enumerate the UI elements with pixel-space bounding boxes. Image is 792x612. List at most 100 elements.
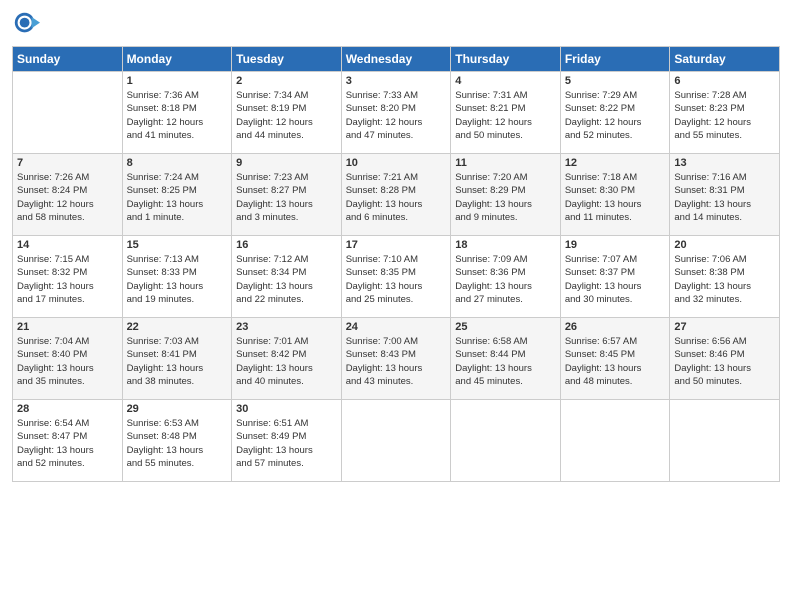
calendar-cell: 21 Sunrise: 7:04 AM Sunset: 8:40 PM Dayli…: [13, 318, 123, 400]
day-info: Sunrise: 7:20 AM Sunset: 8:29 PM Dayligh…: [455, 171, 556, 224]
day-number: 10: [346, 157, 447, 169]
day-info: Sunrise: 7:29 AM Sunset: 8:22 PM Dayligh…: [565, 89, 666, 142]
day-info: Sunrise: 7:10 AM Sunset: 8:35 PM Dayligh…: [346, 253, 447, 306]
calendar-day-header: Thursday: [451, 47, 561, 72]
calendar-cell: 3Sunrise: 7:33 AM Sunset: 8:20 PM Daylig…: [341, 72, 451, 154]
calendar-day-header: Wednesday: [341, 47, 451, 72]
day-number: 23: [236, 321, 337, 333]
calendar-cell: 4 Sunrise: 7:31 AM Sunset: 8:21 PM Daylig…: [451, 72, 561, 154]
day-number: 4: [455, 75, 556, 87]
day-number: 14: [17, 239, 118, 251]
calendar-day-header: Friday: [560, 47, 670, 72]
calendar-day-header: Sunday: [13, 47, 123, 72]
calendar-cell: 10 Sunrise: 7:21 AM Sunset: 8:28 PM Dayli…: [341, 154, 451, 236]
calendar-cell: 30Sunrise: 6:51 AM Sunset: 8:49 PM Dayli…: [232, 400, 342, 482]
page-header: [12, 10, 780, 38]
day-number: 29: [127, 403, 228, 415]
day-info: Sunrise: 7:06 AM Sunset: 8:38 PM Dayligh…: [674, 253, 775, 306]
day-number: 28: [17, 403, 118, 415]
day-number: 21: [17, 321, 118, 333]
calendar-cell: 8 Sunrise: 7:24 AM Sunset: 8:25 PM Daylig…: [122, 154, 232, 236]
day-info: Sunrise: 7:23 AM Sunset: 8:27 PM Dayligh…: [236, 171, 337, 224]
day-info: Sunrise: 7:26 AM Sunset: 8:24 PM Dayligh…: [17, 171, 118, 224]
calendar-cell: [560, 400, 670, 482]
page-container: SundayMondayTuesdayWednesdayThursdayFrid…: [0, 0, 792, 492]
day-info: Sunrise: 6:54 AM Sunset: 8:47 PM Dayligh…: [17, 417, 118, 470]
day-info: Sunrise: 6:58 AM Sunset: 8:44 PM Dayligh…: [455, 335, 556, 388]
day-info: Sunrise: 6:53 AM Sunset: 8:48 PM Dayligh…: [127, 417, 228, 470]
calendar-cell: [670, 400, 780, 482]
calendar-week-row: 28 Sunrise: 6:54 AM Sunset: 8:47 PM Dayli…: [13, 400, 780, 482]
calendar-cell: 12 Sunrise: 7:18 AM Sunset: 8:30 PM Dayli…: [560, 154, 670, 236]
calendar-cell: 26Sunrise: 6:57 AM Sunset: 8:45 PM Dayli…: [560, 318, 670, 400]
calendar-day-header: Monday: [122, 47, 232, 72]
calendar-cell: [13, 72, 123, 154]
day-number: 19: [565, 239, 666, 251]
calendar-cell: 23 Sunrise: 7:01 AM Sunset: 8:42 PM Dayli…: [232, 318, 342, 400]
calendar-cell: 19Sunrise: 7:07 AM Sunset: 8:37 PM Dayli…: [560, 236, 670, 318]
day-number: 18: [455, 239, 556, 251]
day-number: 6: [674, 75, 775, 87]
day-info: Sunrise: 7:18 AM Sunset: 8:30 PM Dayligh…: [565, 171, 666, 224]
day-number: 5: [565, 75, 666, 87]
day-number: 11: [455, 157, 556, 169]
day-number: 9: [236, 157, 337, 169]
calendar-table: SundayMondayTuesdayWednesdayThursdayFrid…: [12, 46, 780, 482]
calendar-cell: 17Sunrise: 7:10 AM Sunset: 8:35 PM Dayli…: [341, 236, 451, 318]
day-number: 24: [346, 321, 447, 333]
calendar-cell: 11 Sunrise: 7:20 AM Sunset: 8:29 PM Dayli…: [451, 154, 561, 236]
calendar-day-header: Tuesday: [232, 47, 342, 72]
calendar-cell: 27 Sunrise: 6:56 AM Sunset: 8:46 PM Dayli…: [670, 318, 780, 400]
day-info: Sunrise: 7:04 AM Sunset: 8:40 PM Dayligh…: [17, 335, 118, 388]
day-info: Sunrise: 7:36 AM Sunset: 8:18 PM Dayligh…: [127, 89, 228, 142]
calendar-cell: [341, 400, 451, 482]
day-info: Sunrise: 7:34 AM Sunset: 8:19 PM Dayligh…: [236, 89, 337, 142]
day-info: Sunrise: 7:33 AM Sunset: 8:20 PM Dayligh…: [346, 89, 447, 142]
day-info: Sunrise: 7:00 AM Sunset: 8:43 PM Dayligh…: [346, 335, 447, 388]
day-number: 25: [455, 321, 556, 333]
day-number: 22: [127, 321, 228, 333]
day-info: Sunrise: 7:24 AM Sunset: 8:25 PM Dayligh…: [127, 171, 228, 224]
day-info: Sunrise: 7:12 AM Sunset: 8:34 PM Dayligh…: [236, 253, 337, 306]
calendar-cell: 25 Sunrise: 6:58 AM Sunset: 8:44 PM Dayli…: [451, 318, 561, 400]
calendar-week-row: 21 Sunrise: 7:04 AM Sunset: 8:40 PM Dayli…: [13, 318, 780, 400]
calendar-week-row: 1 Sunrise: 7:36 AM Sunset: 8:18 PM Daylig…: [13, 72, 780, 154]
calendar-cell: 2 Sunrise: 7:34 AM Sunset: 8:19 PM Daylig…: [232, 72, 342, 154]
calendar-cell: 9 Sunrise: 7:23 AM Sunset: 8:27 PM Daylig…: [232, 154, 342, 236]
logo-icon: [12, 10, 40, 38]
day-info: Sunrise: 7:28 AM Sunset: 8:23 PM Dayligh…: [674, 89, 775, 142]
calendar-cell: 7 Sunrise: 7:26 AM Sunset: 8:24 PM Daylig…: [13, 154, 123, 236]
calendar-week-row: 14 Sunrise: 7:15 AM Sunset: 8:32 PM Dayli…: [13, 236, 780, 318]
day-number: 7: [17, 157, 118, 169]
calendar-cell: 29 Sunrise: 6:53 AM Sunset: 8:48 PM Dayli…: [122, 400, 232, 482]
day-info: Sunrise: 7:16 AM Sunset: 8:31 PM Dayligh…: [674, 171, 775, 224]
calendar-cell: 16Sunrise: 7:12 AM Sunset: 8:34 PM Dayli…: [232, 236, 342, 318]
calendar-cell: 24 Sunrise: 7:00 AM Sunset: 8:43 PM Dayli…: [341, 318, 451, 400]
day-number: 1: [127, 75, 228, 87]
day-number: 2: [236, 75, 337, 87]
day-info: Sunrise: 6:56 AM Sunset: 8:46 PM Dayligh…: [674, 335, 775, 388]
day-info: Sunrise: 7:21 AM Sunset: 8:28 PM Dayligh…: [346, 171, 447, 224]
calendar-cell: 28 Sunrise: 6:54 AM Sunset: 8:47 PM Dayli…: [13, 400, 123, 482]
logo: [12, 10, 44, 38]
day-info: Sunrise: 7:13 AM Sunset: 8:33 PM Dayligh…: [127, 253, 228, 306]
calendar-cell: 18Sunrise: 7:09 AM Sunset: 8:36 PM Dayli…: [451, 236, 561, 318]
day-info: Sunrise: 7:03 AM Sunset: 8:41 PM Dayligh…: [127, 335, 228, 388]
day-info: Sunrise: 6:51 AM Sunset: 8:49 PM Dayligh…: [236, 417, 337, 470]
calendar-cell: 5 Sunrise: 7:29 AM Sunset: 8:22 PM Daylig…: [560, 72, 670, 154]
day-number: 20: [674, 239, 775, 251]
calendar-header-row: SundayMondayTuesdayWednesdayThursdayFrid…: [13, 47, 780, 72]
day-info: Sunrise: 7:01 AM Sunset: 8:42 PM Dayligh…: [236, 335, 337, 388]
calendar-cell: 13Sunrise: 7:16 AM Sunset: 8:31 PM Dayli…: [670, 154, 780, 236]
calendar-day-header: Saturday: [670, 47, 780, 72]
day-number: 27: [674, 321, 775, 333]
day-info: Sunrise: 7:15 AM Sunset: 8:32 PM Dayligh…: [17, 253, 118, 306]
calendar-week-row: 7 Sunrise: 7:26 AM Sunset: 8:24 PM Daylig…: [13, 154, 780, 236]
day-number: 12: [565, 157, 666, 169]
day-number: 15: [127, 239, 228, 251]
day-number: 8: [127, 157, 228, 169]
calendar-cell: 1 Sunrise: 7:36 AM Sunset: 8:18 PM Daylig…: [122, 72, 232, 154]
calendar-cell: 15 Sunrise: 7:13 AM Sunset: 8:33 PM Dayli…: [122, 236, 232, 318]
day-info: Sunrise: 7:31 AM Sunset: 8:21 PM Dayligh…: [455, 89, 556, 142]
calendar-cell: 22 Sunrise: 7:03 AM Sunset: 8:41 PM Dayli…: [122, 318, 232, 400]
